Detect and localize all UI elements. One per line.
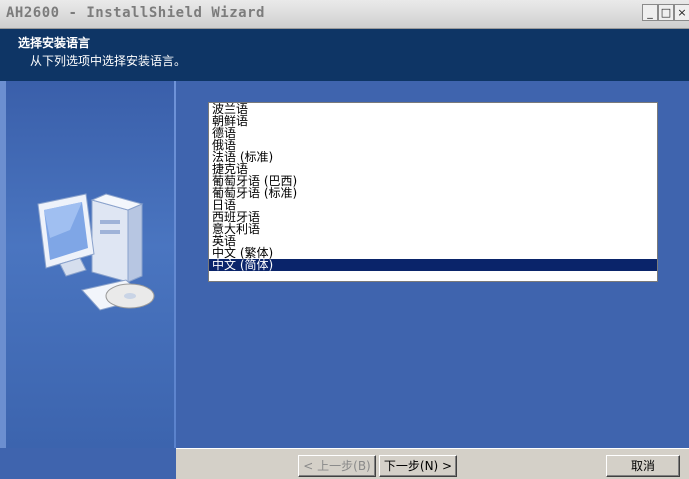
button-bar: < 上一步(B) 下一步(N) > 取消	[176, 448, 689, 479]
list-item[interactable]: 朝鲜语	[209, 115, 657, 127]
list-item[interactable]: 中文 (繁体)	[209, 247, 657, 259]
next-button[interactable]: 下一步(N) >	[379, 455, 457, 477]
list-item[interactable]: 德语	[209, 127, 657, 139]
close-button[interactable]: ×	[674, 4, 689, 21]
maximize-button[interactable]: □	[658, 4, 674, 21]
side-panel-divider	[174, 81, 176, 448]
list-item[interactable]: 西班牙语	[209, 211, 657, 223]
language-list[interactable]: 波兰语 朝鲜语 德语 俄语 法语 (标准) 捷克语 葡萄牙语 (巴西) 葡萄牙语…	[208, 102, 658, 282]
back-button[interactable]: < 上一步(B)	[298, 455, 376, 477]
list-item-selected[interactable]: 中文 (简体)	[209, 259, 657, 271]
list-item[interactable]: 法语 (标准)	[209, 151, 657, 163]
left-edge-strip	[0, 81, 6, 448]
list-item[interactable]: 英语	[209, 235, 657, 247]
title-bar: AH2600 - InstallShield Wizard _ □ ×	[0, 0, 689, 29]
window-title: AH2600 - InstallShield Wizard	[6, 5, 265, 21]
cancel-button[interactable]: 取消	[606, 455, 680, 477]
minimize-button[interactable]: _	[642, 4, 658, 21]
wizard-header: 选择安装语言 从下列选项中选择安装语言。	[0, 29, 689, 81]
list-item[interactable]: 葡萄牙语 (标准)	[209, 187, 657, 199]
computer-icon	[37, 193, 155, 311]
list-item[interactable]: 波兰语	[209, 103, 657, 115]
header-subtitle: 从下列选项中选择安装语言。	[30, 54, 187, 68]
list-item[interactable]: 俄语	[209, 139, 657, 151]
list-item[interactable]: 日语	[209, 199, 657, 211]
list-item[interactable]: 意大利语	[209, 223, 657, 235]
header-title: 选择安装语言	[18, 36, 91, 50]
